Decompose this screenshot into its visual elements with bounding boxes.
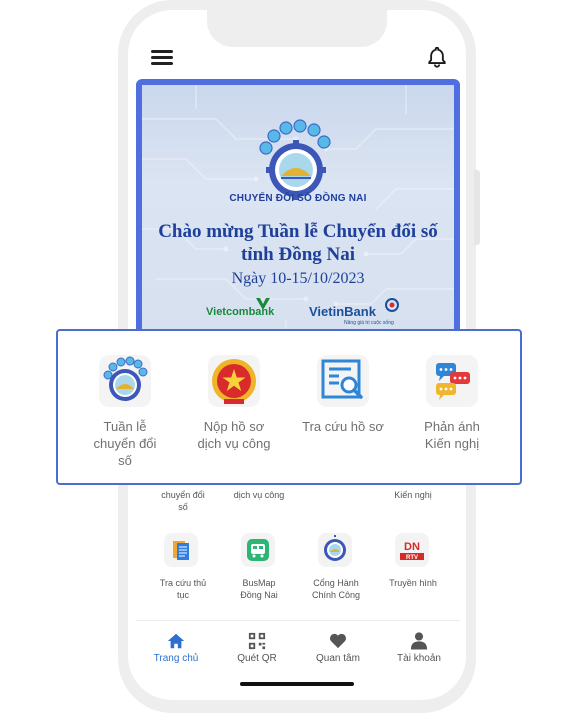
bell-icon[interactable] (426, 46, 448, 68)
stage: CHUYỂN ĐỔI SỐ ĐỒNG NAI Chào mừng Tuần lễ… (0, 0, 562, 713)
document-icon[interactable] (164, 533, 198, 567)
grid-label-truyen-hinh[interactable]: Truyền hình (380, 577, 446, 589)
gear-logo-icon[interactable] (318, 533, 352, 567)
banner-org-name: CHUYỂN ĐỔI SỐ ĐỒNG NAI (229, 193, 367, 204)
qr-icon[interactable] (248, 632, 266, 650)
overlay-label-tra-cuu-ho-so[interactable]: Tra cứu hồ sơ (291, 418, 395, 435)
banner-title: Chào mừng Tuần lễ Chuyển đổi số tỉnh Đồn… (136, 220, 460, 266)
home-icon[interactable] (167, 632, 185, 650)
digital-week-icon[interactable] (99, 355, 151, 407)
vietinbank-logo-icon (385, 298, 399, 312)
document-search-icon[interactable] (317, 355, 369, 407)
svg-text:DN: DN (404, 541, 420, 553)
sponsor-vietinbank-tagline: Nâng giá trị cuộc sống (344, 320, 394, 326)
grid-label-chuyen-doi-so[interactable]: chuyển đổi số (150, 489, 216, 513)
banner-date: Ngày 10-15/10/2023 (231, 270, 365, 287)
nav-label-tai-khoan[interactable]: Tài khoản (384, 653, 454, 664)
national-emblem-icon[interactable] (208, 355, 260, 407)
phone-side-button (474, 170, 480, 245)
nav-label-quet-qr[interactable]: Quét QR (222, 653, 292, 664)
overlay-label-phan-anh[interactable]: Phản ánh Kiến nghị (406, 418, 498, 452)
nav-label-trang-chu[interactable]: Trang chủ (141, 653, 211, 664)
user-icon[interactable] (410, 631, 428, 650)
heart-icon[interactable] (329, 633, 347, 649)
banner-title-line-1: Chào mừng Tuần lễ Chuyển đổi số (158, 221, 438, 242)
overlay-label-tuan-le[interactable]: Tuần lễ chuyển đổi số (79, 418, 171, 469)
grid-label-busmap[interactable]: BusMap Đồng Nai (226, 577, 292, 601)
nav-label-quan-tam[interactable]: Quan tâm (303, 653, 373, 664)
sponsor-vietinbank: VietinBank (309, 304, 376, 319)
svg-text:RTV: RTV (406, 555, 418, 561)
grid-label-cong-hanh-chinh-cong[interactable]: Cổng Hành Chính Công (303, 577, 369, 601)
phone-notch (207, 0, 387, 47)
chat-bubbles-icon[interactable] (426, 355, 478, 407)
nav-divider (136, 620, 460, 621)
grid-label-dich-vu-cong[interactable]: dịch vụ công (226, 489, 292, 501)
banner-title-line-2: tỉnh Đồng Nai (240, 244, 356, 265)
menu-icon[interactable] (151, 50, 173, 66)
bus-icon[interactable] (241, 533, 275, 567)
grid-label-tra-cuu-thu-tuc[interactable]: Tra cứu thủ tục (150, 577, 216, 601)
home-indicator (240, 682, 354, 686)
overlay-label-nop-ho-so[interactable]: Nộp hồ sơ dịch vụ công (188, 418, 280, 452)
grid-label-kien-nghi[interactable]: Kiến nghị (380, 489, 446, 501)
sponsor-vietcombank: Vietcombank (206, 306, 275, 318)
tv-logo-icon[interactable]: DN RTV (395, 533, 429, 567)
